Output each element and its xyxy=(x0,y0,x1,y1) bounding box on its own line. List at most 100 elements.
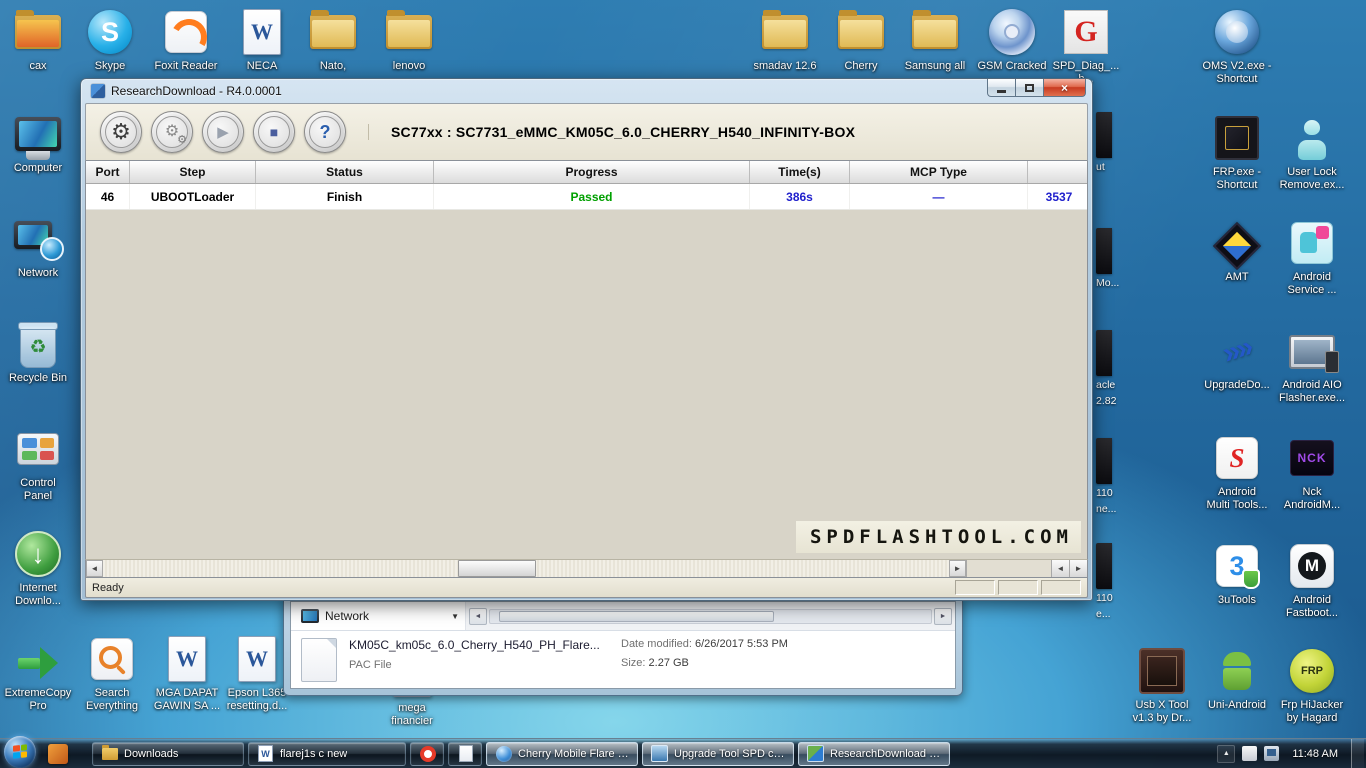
partially-hidden-desktop-icon[interactable]: Mo... xyxy=(1096,228,1119,290)
desktop-icon-control-panel[interactable]: Control Panel xyxy=(0,423,76,503)
tray-expand-icon[interactable]: ▲ xyxy=(1217,744,1236,763)
taskbar-button-document[interactable] xyxy=(448,741,482,766)
table-horizontal-scrollbar[interactable]: ◄ ► ◄ ► xyxy=(85,559,1088,578)
desktop-icon-search-everything[interactable]: Search Everything xyxy=(74,633,150,713)
titlebar[interactable]: ResearchDownload - R4.0.0001 × xyxy=(85,79,1088,103)
word-icon: W xyxy=(149,633,225,685)
desktop-icon-foxit-reader[interactable]: Foxit Reader xyxy=(148,6,224,73)
opera-icon xyxy=(419,745,436,762)
partially-hidden-desktop-icon[interactable]: acle 2.82 xyxy=(1096,330,1118,407)
desktop-icon-nck-androidm[interactable]: NCK Nck AndroidM... xyxy=(1274,432,1350,512)
scroll-right-icon[interactable]: ► xyxy=(934,607,952,625)
partially-hidden-desktop-icon[interactable]: 110 e... xyxy=(1096,543,1118,620)
desktop-icon-uni-android[interactable]: Uni-Android xyxy=(1199,645,1275,712)
desktop-icon-nato[interactable]: Nato, xyxy=(295,6,371,73)
start-download-button[interactable]: ▶ xyxy=(202,111,244,153)
taskbar-button-researchdownload[interactable]: ResearchDownload -... xyxy=(798,741,950,766)
desktop-icon-amt[interactable]: AMT xyxy=(1199,217,1275,284)
settings-button[interactable]: ⚙ xyxy=(100,111,142,153)
scroll-left-icon[interactable]: ◄ xyxy=(1051,560,1069,577)
column-header-time-s[interactable]: Time(s) xyxy=(750,161,850,183)
desktop-icon-frp-exe-shortcut[interactable]: FRP.exe - Shortcut xyxy=(1199,112,1275,192)
column-header-mcp-type[interactable]: MCP Type xyxy=(850,161,1028,183)
table-row[interactable]: 46 UBOOTLoader Finish Passed 386s —3537 xyxy=(86,184,1087,210)
pinned-app-icon[interactable] xyxy=(48,743,68,764)
scroll-left-icon[interactable]: ◄ xyxy=(469,607,487,625)
desktop-icon-label: OMS V2.exe - Shortcut xyxy=(1202,60,1272,86)
show-desktop-button[interactable] xyxy=(1351,738,1364,768)
desktop-icon-frp-hijacker[interactable]: FRP Frp HiJacker by Hagard xyxy=(1274,645,1350,725)
column-header-status[interactable]: Status xyxy=(256,161,434,183)
desktop-icon-3utools[interactable]: 3 3uTools xyxy=(1199,540,1275,607)
help-button[interactable]: ? xyxy=(304,111,346,153)
column-header-port[interactable]: Port xyxy=(86,161,130,183)
desktop-icon-cherry[interactable]: Cherry xyxy=(823,6,899,73)
file-type: PAC File xyxy=(349,658,392,671)
desktop-icon-user-lock-remove[interactable]: User Lock Remove.ex... xyxy=(1274,112,1350,192)
window-title: ResearchDownload - R4.0.0001 xyxy=(111,84,282,98)
desktop-icon-label: FRP.exe - Shortcut xyxy=(1212,166,1262,192)
size-value: 2.27 GB xyxy=(648,656,689,669)
desktop-icon-label: Foxit Reader xyxy=(154,60,218,72)
researchdownload-icon xyxy=(807,745,824,762)
taskbar-button-upgrade-tool-spd[interactable]: Upgrade Tool SPD cpu xyxy=(642,741,794,766)
desktop-icon-gsm-cracked[interactable]: GSM Cracked xyxy=(974,6,1050,73)
nav-pane-item-network[interactable]: Network ▼ xyxy=(291,602,466,630)
scroll-left-icon[interactable]: ◄ xyxy=(86,560,103,577)
desktop-icon-smadav-12-6[interactable]: smadav 12.6 xyxy=(747,6,823,73)
desktop-icon-usb-x-tool[interactable]: Usb X Tool v1.3 by Dr... xyxy=(1124,645,1200,725)
desktop-icon-samsung-all[interactable]: Samsung all xyxy=(897,6,973,73)
desktop-icon-recycle-bin[interactable]: ♻ Recycle Bin xyxy=(0,318,76,385)
desktop-icon-android-fastboot[interactable]: M Android Fastboot... xyxy=(1274,540,1350,620)
desktop-icon-spd-diag[interactable]: GSPD_Diag_...h... xyxy=(1048,6,1124,86)
scroll-right-icon[interactable]: ► xyxy=(1069,560,1087,577)
tray-network-icon[interactable] xyxy=(1264,746,1280,761)
taskbar-button-cherry-mobile-flare[interactable]: Cherry Mobile Flare J... xyxy=(486,741,638,766)
desktop-icon-cax[interactable]: cax xyxy=(0,6,76,73)
column-header-extra[interactable] xyxy=(1028,161,1087,183)
close-button[interactable]: × xyxy=(1043,79,1086,97)
desktop-icon-extremecopy-pro[interactable]: ExtremeCopy Pro xyxy=(0,633,76,713)
skype-icon: S xyxy=(72,6,148,58)
taskbar-button-opera[interactable] xyxy=(410,741,444,766)
scrollbar-thumb[interactable] xyxy=(458,560,537,577)
desktop-icon-mga-dapat-gawin[interactable]: W MGA DAPAT GAWIN SA ... xyxy=(149,633,225,713)
partially-hidden-desktop-icon[interactable]: 110 ne... xyxy=(1096,438,1118,515)
scrollbar-thumb[interactable] xyxy=(498,610,775,622)
column-header-progress[interactable]: Progress xyxy=(434,161,750,183)
desktop-icon-android-multi-tools[interactable]: S Android Multi Tools... xyxy=(1199,432,1275,512)
taskbar-button-flarej1s-c-new[interactable]: Wflarej1s c new xyxy=(248,741,406,766)
desktop-icon-lenovo[interactable]: lenovo xyxy=(371,6,447,73)
stop-button[interactable]: ■ xyxy=(253,111,295,153)
taskbar-button-label: Cherry Mobile Flare J... xyxy=(518,747,629,760)
tray-app-icon[interactable] xyxy=(1242,746,1258,761)
desktop-icon-android-aio-flasher[interactable]: Android AIO Flasher.exe... xyxy=(1274,325,1350,405)
desktop-icon-label: Frp HiJacker by Hagard xyxy=(1280,699,1344,725)
desktop-icon-android-service[interactable]: Android Service ... xyxy=(1274,217,1350,297)
file-row[interactable]: KM05C_km05c_6.0_Cherry_H540_PH_Flare... … xyxy=(301,637,945,682)
maximize-button[interactable] xyxy=(1015,79,1044,97)
desktop-icon-computer[interactable]: Computer xyxy=(0,108,76,175)
cell-step: UBOOTLoader xyxy=(130,184,256,209)
windows-logo-icon xyxy=(13,744,27,759)
start-button[interactable] xyxy=(4,735,36,768)
network-icon xyxy=(0,213,76,265)
desktop-icon-neca[interactable]: W NECA xyxy=(224,6,300,73)
desktop-icon-label: Network xyxy=(17,267,59,279)
taskbar-clock[interactable]: 11:48 AM xyxy=(1286,748,1344,760)
minimize-button[interactable] xyxy=(987,79,1016,97)
options-button[interactable]: ⚙ xyxy=(151,111,193,153)
desktop-icon-skype[interactable]: S Skype xyxy=(72,6,148,73)
desktop-icon-upgradedo[interactable]: »» UpgradeDo... xyxy=(1199,325,1275,392)
chevron-down-icon[interactable]: ▼ xyxy=(451,612,459,621)
column-header-step[interactable]: Step xyxy=(130,161,256,183)
explorer-window: Network ▼ ◄ ► KM05C_km05c_6.0_Cherry_H54… xyxy=(283,596,963,696)
desktop-icon-internet-download[interactable]: ↓ Internet Downlo... xyxy=(0,528,76,608)
partially-hidden-desktop-icon[interactable]: ut xyxy=(1096,112,1118,174)
desktop-icon-network[interactable]: Network xyxy=(0,213,76,280)
chip-icon xyxy=(1199,112,1275,164)
explorer-horizontal-scrollbar[interactable]: ◄ ► xyxy=(466,602,955,630)
scroll-right-icon[interactable]: ► xyxy=(949,560,966,577)
desktop-icon-oms-v2-shortcut[interactable]: OMS V2.exe - Shortcut xyxy=(1199,6,1275,86)
taskbar-button-downloads[interactable]: Downloads xyxy=(92,741,244,766)
